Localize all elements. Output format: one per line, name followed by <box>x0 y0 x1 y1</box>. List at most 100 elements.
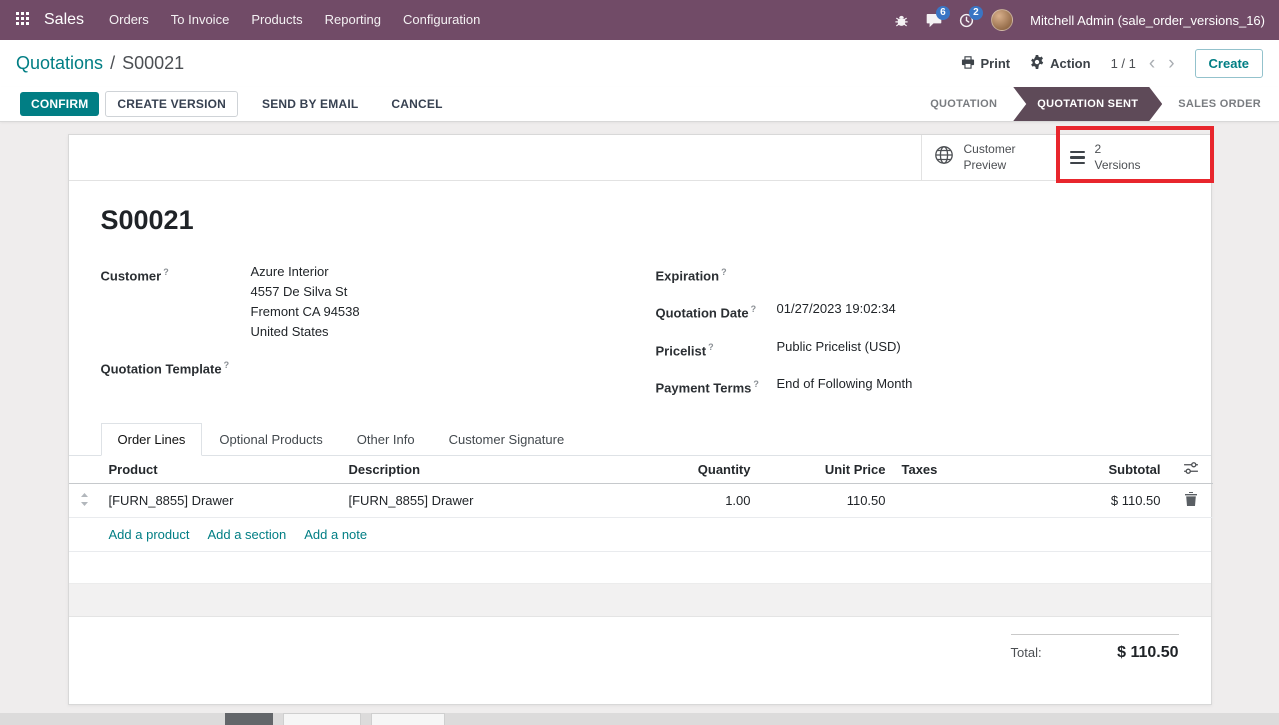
cell-quantity[interactable]: 1.00 <box>649 484 759 518</box>
messages-icon[interactable]: 6 <box>926 13 942 28</box>
cell-unit-price[interactable]: 110.50 <box>759 484 894 518</box>
column-header-quantity[interactable]: Quantity <box>649 456 759 484</box>
column-header-description[interactable]: Description <box>341 456 649 484</box>
printer-icon <box>961 56 975 72</box>
optional-columns-header <box>1169 456 1213 484</box>
record-title: S00021 <box>101 203 1211 237</box>
drag-handle-icon[interactable] <box>80 494 89 509</box>
column-header-subtotal[interactable]: Subtotal <box>1019 456 1169 484</box>
bottom-cutoff-strip <box>0 713 1279 725</box>
send-by-email-button[interactable]: SEND BY EMAIL <box>253 92 367 116</box>
customer-address: 4557 De Silva St Fremont CA 94538 United… <box>251 282 360 342</box>
stage-sales-order[interactable]: SALES ORDER <box>1162 87 1279 121</box>
navbar-left: Sales Orders To Invoice Products Reporti… <box>16 0 491 40</box>
help-marker: ? <box>163 267 169 277</box>
breadcrumb-separator: / <box>110 53 115 74</box>
order-lines-table: Product Description Quantity Unit Price … <box>69 456 1213 518</box>
cell-description[interactable]: [FURN_8855] Drawer <box>341 484 649 518</box>
apps-menu-button[interactable] <box>16 12 35 28</box>
create-version-button[interactable]: CREATE VERSION <box>105 91 238 117</box>
optional-columns-icon[interactable] <box>1184 462 1198 477</box>
statusbar: CONFIRM CREATE VERSION SEND BY EMAIL CAN… <box>0 87 1279 122</box>
cell-product[interactable]: [FURN_8855] Drawer <box>101 484 341 518</box>
tab-order-lines[interactable]: Order Lines <box>101 423 203 456</box>
confirm-button[interactable]: CONFIRM <box>20 92 99 116</box>
column-header-taxes[interactable]: Taxes <box>894 456 1019 484</box>
stage-quotation[interactable]: QUOTATION <box>914 87 1013 121</box>
cancel-button[interactable]: CANCEL <box>382 92 451 116</box>
cutoff-button[interactable] <box>283 713 361 725</box>
gear-icon <box>1030 55 1044 72</box>
cutoff-button[interactable] <box>225 713 273 725</box>
customer-preview-button[interactable]: Customer Preview <box>921 135 1057 180</box>
messages-count-badge: 6 <box>936 6 950 20</box>
control-panel-right: Print Action 1 / 1 ‹ › Create <box>961 49 1264 78</box>
systray: 6 2 Mitchell Admin (sale_order_versions_… <box>894 9 1265 31</box>
user-menu[interactable]: Mitchell Admin (sale_order_versions_16) <box>1030 13 1265 28</box>
statusbar-buttons: CONFIRM CREATE VERSION SEND BY EMAIL CAN… <box>20 91 452 117</box>
breadcrumb-quotations[interactable]: Quotations <box>16 53 103 74</box>
tab-customer-signature[interactable]: Customer Signature <box>432 423 582 456</box>
versions-count: 2 <box>1095 142 1141 158</box>
help-marker: ? <box>753 379 759 389</box>
app-name[interactable]: Sales <box>44 11 84 29</box>
activities-clock-icon[interactable]: 2 <box>959 13 974 28</box>
form-sheet: Customer Preview 2 Versions S00021 Cust <box>68 134 1212 705</box>
stage-quotation-sent[interactable]: QUOTATION SENT <box>1013 87 1162 121</box>
create-button[interactable]: Create <box>1195 49 1263 78</box>
column-header-product[interactable]: Product <box>101 456 341 484</box>
cell-taxes[interactable] <box>894 484 1019 518</box>
add-a-note-link[interactable]: Add a note <box>304 527 367 542</box>
tab-optional-products[interactable]: Optional Products <box>202 423 339 456</box>
nav-item-to-invoice[interactable]: To Invoice <box>160 0 241 40</box>
customer-label: Customer? <box>101 262 251 342</box>
debug-bug-icon[interactable] <box>894 13 909 28</box>
table-header-row: Product Description Quantity Unit Price … <box>69 456 1213 484</box>
add-a-section-link[interactable]: Add a section <box>207 527 286 542</box>
pager-value: 1 / 1 <box>1111 56 1136 71</box>
pager-next-icon[interactable]: › <box>1168 54 1174 73</box>
quotation-date-value[interactable]: 01/27/2023 19:02:34 <box>777 299 896 323</box>
pager-previous-icon[interactable]: ‹ <box>1149 54 1155 73</box>
control-panel: Quotations / S00021 Print Action 1 / 1 ‹… <box>0 40 1279 87</box>
field-group: Customer? Azure Interior 4557 De Silva S… <box>69 237 1211 411</box>
versions-button[interactable]: 2 Versions <box>1057 135 1211 180</box>
status-pipeline: QUOTATION QUOTATION SENT SALES ORDER <box>914 87 1279 121</box>
quotation-date-label: Quotation Date? <box>656 299 777 323</box>
action-button[interactable]: Action <box>1030 55 1090 72</box>
quotation-template-label: Quotation Template? <box>101 355 251 379</box>
nav-item-reporting[interactable]: Reporting <box>314 0 392 40</box>
total-label: Total: <box>1011 645 1042 660</box>
expiration-label: Expiration? <box>656 262 777 286</box>
globe-icon <box>934 145 954 170</box>
help-marker: ? <box>751 304 757 314</box>
pricelist-value[interactable]: Public Pricelist (USD) <box>777 337 901 361</box>
add-a-product-link[interactable]: Add a product <box>109 527 190 542</box>
help-marker: ? <box>708 342 714 352</box>
field-customer: Customer? Azure Interior 4557 De Silva S… <box>101 262 640 342</box>
nav-item-configuration[interactable]: Configuration <box>392 0 491 40</box>
smart-button-bar: Customer Preview 2 Versions <box>69 135 1211 181</box>
totals-block: Total: $ 110.50 <box>1011 634 1179 662</box>
pager: 1 / 1 ‹ › <box>1111 54 1175 73</box>
apps-grid-icon <box>16 12 29 28</box>
breadcrumb: Quotations / S00021 <box>16 53 184 74</box>
field-quotation-template: Quotation Template? <box>101 355 640 379</box>
drag-handle-cell <box>69 484 101 518</box>
payment-terms-label: Payment Terms? <box>656 374 777 398</box>
cutoff-button[interactable] <box>371 713 445 725</box>
payment-terms-value[interactable]: End of Following Month <box>777 374 913 398</box>
tab-other-info[interactable]: Other Info <box>340 423 432 456</box>
versions-list-icon <box>1070 151 1085 165</box>
table-add-links: Add a product Add a section Add a note <box>69 518 1211 552</box>
delete-row-icon[interactable] <box>1185 494 1197 509</box>
total-amount: $ 110.50 <box>1117 644 1178 662</box>
print-button[interactable]: Print <box>961 56 1011 72</box>
user-avatar[interactable] <box>991 9 1013 31</box>
order-line-row[interactable]: [FURN_8855] Drawer [FURN_8855] Drawer 1.… <box>69 484 1213 518</box>
pricelist-label: Pricelist? <box>656 337 777 361</box>
nav-item-orders[interactable]: Orders <box>98 0 160 40</box>
customer-value[interactable]: Azure Interior 4557 De Silva St Fremont … <box>251 262 360 342</box>
nav-item-products[interactable]: Products <box>240 0 313 40</box>
column-header-unit-price[interactable]: Unit Price <box>759 456 894 484</box>
